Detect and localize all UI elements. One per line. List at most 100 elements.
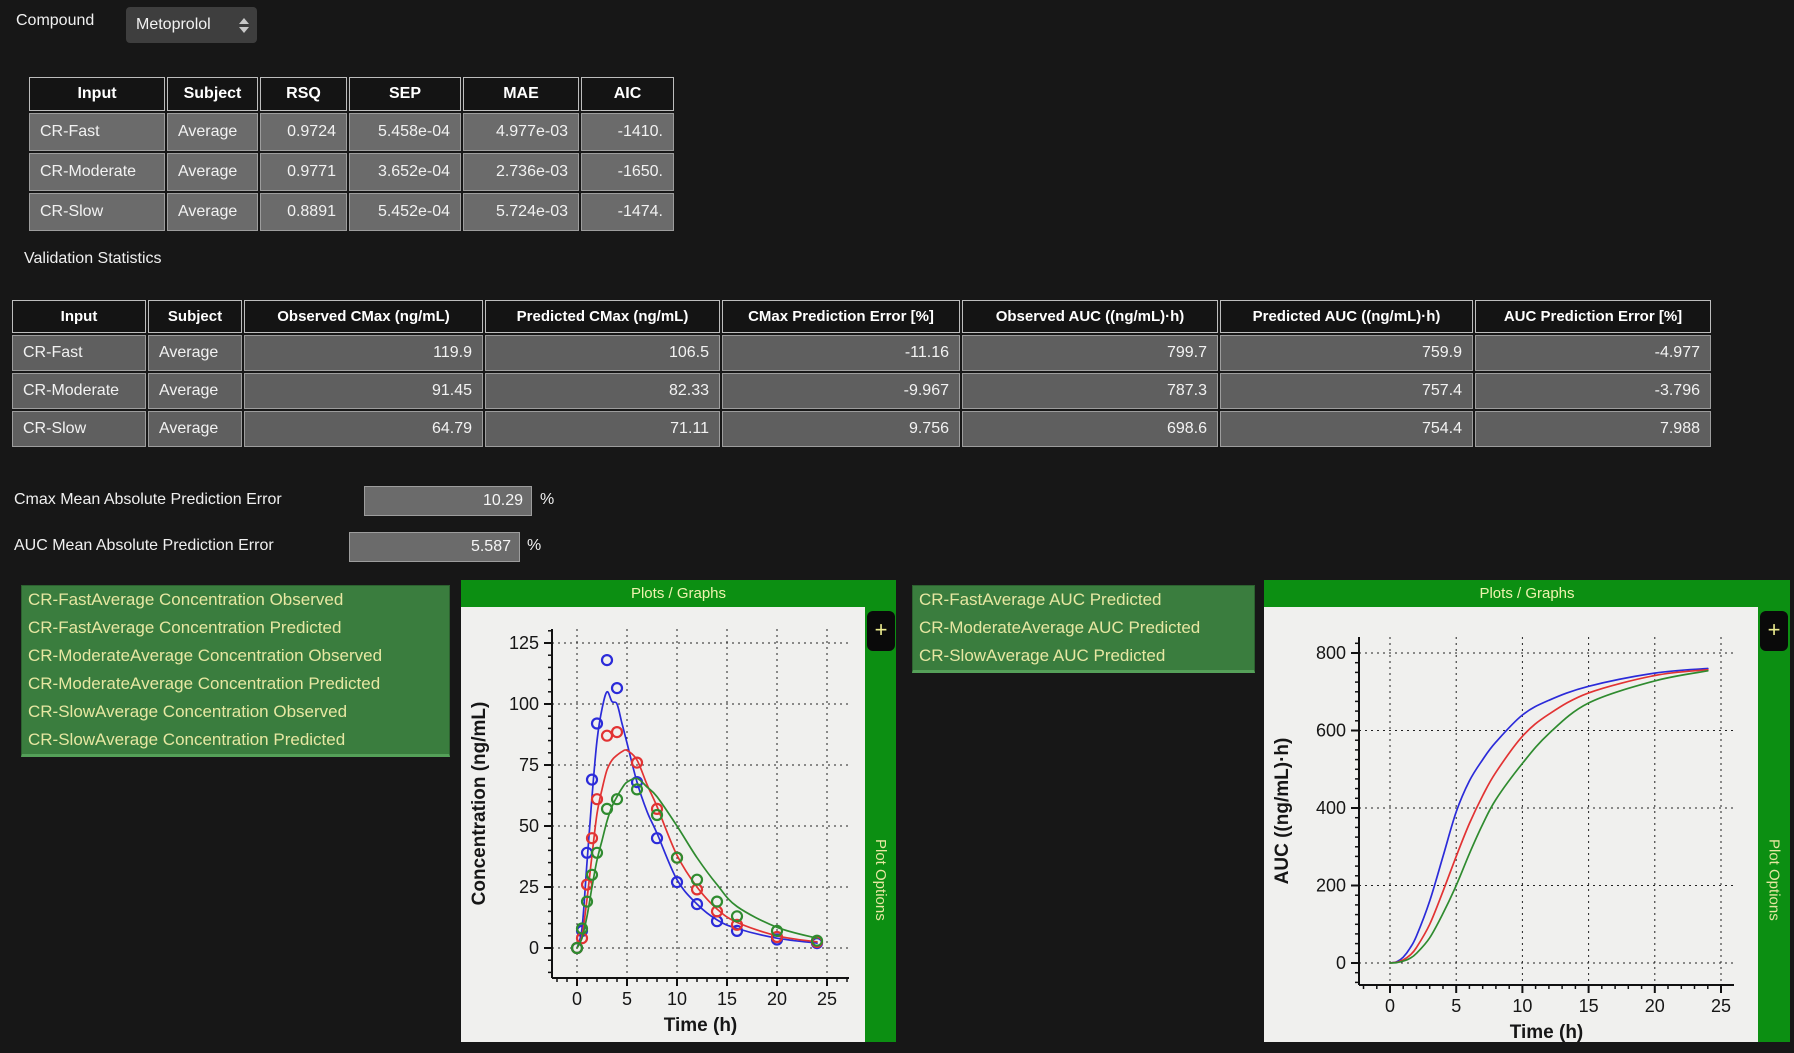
- add-plot-button[interactable]: +: [1760, 611, 1788, 651]
- table-cell: Average: [148, 373, 242, 409]
- table-cell: 698.6: [962, 411, 1218, 447]
- list-item[interactable]: CR-ModerateAverage Concentration Predict…: [22, 670, 449, 698]
- table-cell: 5.724e-03: [463, 193, 579, 231]
- svg-text:0: 0: [572, 989, 582, 1009]
- table-cell: 2.736e-03: [463, 153, 579, 191]
- list-item[interactable]: CR-SlowAverage Concentration Observed: [22, 698, 449, 726]
- column-header: RSQ: [260, 77, 347, 111]
- auc-legend-list: CR-FastAverage AUC Predicted CR-Moderate…: [912, 585, 1255, 673]
- svg-text:Time (h): Time (h): [664, 1015, 738, 1036]
- auc-error-field[interactable]: 5.587: [349, 532, 520, 562]
- svg-text:125: 125: [509, 633, 539, 653]
- table-cell: 91.45: [244, 373, 483, 409]
- plot-options-tab[interactable]: Plot Options: [865, 770, 896, 990]
- svg-text:Concentration (ng/mL): Concentration (ng/mL): [469, 702, 490, 906]
- table-cell: 106.5: [485, 335, 720, 371]
- table-row: CR-Moderate Average 0.9771 3.652e-04 2.7…: [29, 153, 674, 191]
- spinner-up-icon[interactable]: [239, 18, 249, 24]
- table-cell: 759.9: [1220, 335, 1473, 371]
- svg-text:25: 25: [1711, 996, 1731, 1016]
- validation-table-header-row: Input Subject Observed CMax (ng/mL) Pred…: [12, 300, 1711, 333]
- table-cell: CR-Slow: [12, 411, 146, 447]
- svg-text:25: 25: [519, 877, 539, 897]
- list-item[interactable]: CR-ModerateAverage Concentration Observe…: [22, 642, 449, 670]
- column-header: Predicted CMax (ng/mL): [485, 300, 720, 333]
- svg-text:75: 75: [519, 755, 539, 775]
- cmax-error-unit: %: [540, 491, 554, 509]
- table-cell: Average: [167, 113, 258, 151]
- cmax-error-field[interactable]: 10.29: [364, 486, 532, 516]
- cmax-error-label: Cmax Mean Absolute Prediction Error: [14, 491, 282, 509]
- column-header: Observed AUC ((ng/mL)·h): [962, 300, 1218, 333]
- table-row: CR-Fast Average 119.9 106.5 -11.16 799.7…: [12, 335, 1711, 371]
- table-cell: 0.8891: [260, 193, 347, 231]
- table-cell: -1650.: [581, 153, 674, 191]
- table-cell: Average: [148, 335, 242, 371]
- table-cell: -3.796: [1475, 373, 1711, 409]
- table-cell: 9.756: [722, 411, 960, 447]
- svg-text:10: 10: [667, 989, 687, 1009]
- table-row: CR-Moderate Average 91.45 82.33 -9.967 7…: [12, 373, 1711, 409]
- svg-text:25: 25: [817, 989, 837, 1009]
- concentration-plot-area: 05101520250255075100125Time (h)Concentra…: [461, 607, 865, 1042]
- svg-text:600: 600: [1316, 721, 1346, 741]
- table-cell: 799.7: [962, 335, 1218, 371]
- table-cell: 82.33: [485, 373, 720, 409]
- svg-text:5: 5: [1451, 996, 1461, 1016]
- list-item[interactable]: CR-FastAverage Concentration Predicted: [22, 614, 449, 642]
- column-header: Subject: [167, 77, 258, 111]
- concentration-legend-list: CR-FastAverage Concentration Observed CR…: [21, 585, 450, 757]
- table-cell: CR-Moderate: [29, 153, 165, 191]
- table-cell: 3.652e-04: [349, 153, 461, 191]
- svg-text:200: 200: [1316, 876, 1346, 896]
- svg-text:15: 15: [717, 989, 737, 1009]
- auc-plot-area: 05101520250200400600800Time (h)AUC ((ng/…: [1264, 607, 1758, 1042]
- svg-text:100: 100: [509, 694, 539, 714]
- svg-text:10: 10: [1512, 996, 1532, 1016]
- table-cell: 7.988: [1475, 411, 1711, 447]
- table-cell: 754.4: [1220, 411, 1473, 447]
- plot-panel-title: Plots / Graphs: [1264, 580, 1790, 607]
- list-item[interactable]: CR-SlowAverage Concentration Predicted: [22, 726, 449, 754]
- fit-table: Input Subject RSQ SEP MAE AIC CR-Fast Av…: [27, 75, 676, 233]
- table-row: CR-Slow Average 64.79 71.11 9.756 698.6 …: [12, 411, 1711, 447]
- add-plot-button[interactable]: +: [867, 611, 895, 651]
- column-header: Subject: [148, 300, 242, 333]
- table-cell: 64.79: [244, 411, 483, 447]
- concentration-plot-panel: Plots / Graphs 05101520250255075100125Ti…: [461, 580, 896, 1042]
- column-header: Observed CMax (ng/mL): [244, 300, 483, 333]
- column-header: SEP: [349, 77, 461, 111]
- validation-statistics-label: Validation Statistics: [24, 250, 162, 268]
- table-cell: 71.11: [485, 411, 720, 447]
- svg-text:0: 0: [529, 938, 539, 958]
- compound-value: Metoprolol: [136, 7, 211, 43]
- svg-text:AUC ((ng/mL)·h): AUC ((ng/mL)·h): [1272, 738, 1293, 885]
- spinner-down-icon[interactable]: [239, 27, 249, 33]
- svg-text:800: 800: [1316, 643, 1346, 663]
- fit-table-header-row: Input Subject RSQ SEP MAE AIC: [29, 77, 674, 111]
- svg-text:400: 400: [1316, 798, 1346, 818]
- column-header: MAE: [463, 77, 579, 111]
- list-item[interactable]: CR-FastAverage Concentration Observed: [22, 586, 449, 614]
- auc-chart: 05101520250200400600800Time (h)AUC ((ng/…: [1264, 607, 1758, 1042]
- auc-error-label: AUC Mean Absolute Prediction Error: [14, 537, 274, 555]
- list-item[interactable]: CR-SlowAverage AUC Predicted: [913, 642, 1254, 670]
- column-header: Input: [29, 77, 165, 111]
- table-cell: CR-Fast: [29, 113, 165, 151]
- list-item[interactable]: CR-FastAverage AUC Predicted: [913, 586, 1254, 614]
- table-cell: 787.3: [962, 373, 1218, 409]
- table-cell: CR-Slow: [29, 193, 165, 231]
- list-item[interactable]: CR-ModerateAverage AUC Predicted: [913, 614, 1254, 642]
- table-row: CR-Slow Average 0.8891 5.452e-04 5.724e-…: [29, 193, 674, 231]
- table-row: CR-Fast Average 0.9724 5.458e-04 4.977e-…: [29, 113, 674, 151]
- table-cell: 4.977e-03: [463, 113, 579, 151]
- svg-text:20: 20: [1645, 996, 1665, 1016]
- compound-select[interactable]: Metoprolol: [126, 7, 257, 43]
- table-cell: -9.967: [722, 373, 960, 409]
- table-cell: -4.977: [1475, 335, 1711, 371]
- dropdown-spinner-icon[interactable]: [239, 7, 249, 43]
- plot-options-tab[interactable]: Plot Options: [1758, 770, 1790, 990]
- plot-panel-title: Plots / Graphs: [461, 580, 896, 607]
- table-cell: 0.9724: [260, 113, 347, 151]
- auc-error-unit: %: [527, 537, 541, 555]
